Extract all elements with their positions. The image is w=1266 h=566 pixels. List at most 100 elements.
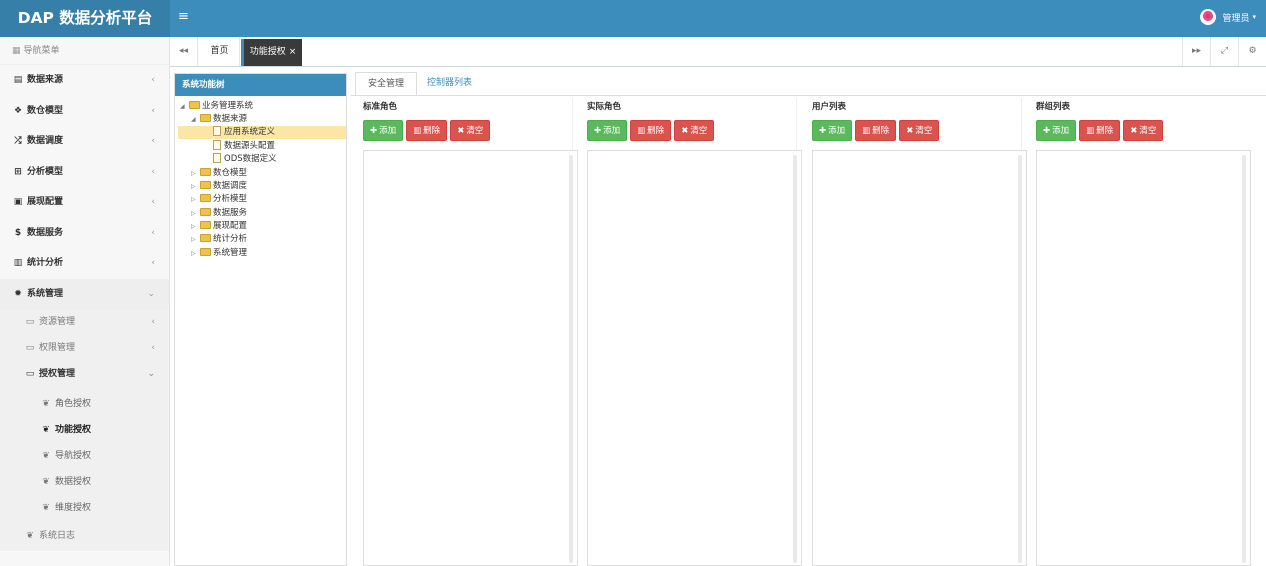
tree-node[interactable]: 数据源头配置 [213, 140, 275, 153]
tree-node[interactable]: ▷ 展现配置 [191, 220, 247, 233]
list-box[interactable] [1036, 150, 1251, 566]
chevron-down-icon: ⌄ [147, 369, 155, 379]
sidebar-item-dimension-auth[interactable]: ❦ 维度授权 [0, 495, 169, 521]
random-icon: ⤮ [14, 136, 22, 146]
sidebar-item-resource-mgmt[interactable]: ▭ 资源管理 ‹ [0, 309, 169, 335]
collapsed-arrow-icon[interactable]: ▷ [191, 180, 200, 193]
sidebar-item-role-auth[interactable]: ❦ 角色授权 [0, 391, 169, 417]
backward-icon: ◂◂ [178, 46, 189, 56]
panel-title: 用户列表 [812, 102, 847, 112]
sidebar-item-data-auth[interactable]: ❦ 数据授权 [0, 469, 169, 495]
tree-node[interactable]: ODS数据定义 [213, 153, 277, 166]
tree-node[interactable]: ▷ 系统管理 [191, 247, 247, 260]
delete-button[interactable]: ▥ 删除 [1079, 120, 1121, 141]
add-button[interactable]: ✚ 添加 [1036, 120, 1077, 141]
folder-icon [200, 221, 211, 229]
leaf-icon: ❦ [42, 399, 50, 409]
add-button[interactable]: ✚ 添加 [812, 120, 853, 141]
tree-node[interactable]: ▷ 统计分析 [191, 233, 247, 246]
collapsed-arrow-icon[interactable]: ▷ [191, 207, 200, 220]
expanded-arrow-icon[interactable]: ◢ [180, 100, 189, 113]
app-logo-title[interactable]: DAP 数据分析平台 [0, 0, 170, 37]
sidebar-item-label: 数据调度 [27, 136, 64, 146]
sidebar-item-function-auth[interactable]: ❦ 功能授权 [0, 417, 169, 443]
close-icon: ✖ [1130, 126, 1138, 136]
expanded-arrow-icon[interactable]: ◢ [191, 113, 200, 126]
folder-icon [200, 234, 211, 242]
tab-security-mgmt[interactable]: 安全管理 [355, 72, 418, 96]
tree-node[interactable]: ▷ 分析模型 [191, 193, 247, 206]
plus-icon: ✚ [1043, 126, 1051, 136]
settings-button[interactable]: ⚙ [1238, 37, 1266, 66]
list-box[interactable] [587, 150, 802, 566]
panel-toolbar: ✚ 添加 ▥ 删除 ✖ 清空 [587, 120, 715, 141]
content-area: 安全管理 控制器列表 标准角色 ✚ 添加 ▥ 删除 ✖ 清空 实际角色 ✚ 添加 ▥ 删除… [351, 67, 1266, 566]
scrollbar[interactable] [1018, 155, 1022, 563]
clear-button[interactable]: ✖ 清空 [450, 120, 491, 141]
leaf-icon: ❦ [42, 425, 50, 435]
user-menu[interactable]: 管理员 ▾ [1200, 9, 1256, 25]
sidebar-item-data-service[interactable]: $ 数据服务 ‹ [0, 218, 169, 249]
tree-node[interactable]: ▷ 数据服务 [191, 207, 247, 220]
system-admin-submenu: ▭ 资源管理 ‹ ▭ 权限管理 ‹ ▭ 授权管理 ⌄ ❦ 角色授权 ❦ 功能授权 ❦ 导航授权 ❦… [0, 309, 169, 551]
scroll-tabs-right-button[interactable]: ▸▸ [1182, 37, 1210, 66]
clear-button[interactable]: ✖ 清空 [674, 120, 715, 141]
delete-button[interactable]: ▥ 删除 [855, 120, 897, 141]
fullscreen-button[interactable]: ⤢ [1210, 37, 1238, 66]
sidebar-item-label: 功能授权 [55, 425, 92, 435]
sidebar-item-label: 资源管理 [39, 317, 76, 327]
delete-button[interactable]: ▥ 删除 [406, 120, 448, 141]
tree-node[interactable]: ◢ 业务管理系统 [180, 100, 253, 113]
sidebar-item-system-log[interactable]: ❦ 系统日志 [0, 521, 169, 551]
clear-button[interactable]: ✖ 清空 [1123, 120, 1164, 141]
scrollbar[interactable] [1242, 155, 1246, 563]
panel-toolbar: ✚ 添加 ▥ 删除 ✖ 清空 [1036, 120, 1164, 141]
tab-function-auth[interactable]: 功能授权 × [241, 39, 302, 66]
chevron-left-icon: ‹ [151, 75, 155, 85]
user-name: 管理员 [1222, 13, 1250, 24]
sidebar-item-display-config[interactable]: ▣ 展现配置 ‹ [0, 187, 169, 218]
sidebar-item-nav-auth[interactable]: ❦ 导航授权 [0, 443, 169, 469]
add-button[interactable]: ✚ 添加 [587, 120, 628, 141]
list-box[interactable] [363, 150, 578, 566]
tab-home[interactable]: 首页 [200, 37, 240, 66]
collapsed-arrow-icon[interactable]: ▷ [191, 167, 200, 180]
folder-open-icon [200, 114, 211, 122]
tree-node[interactable]: ▷ 数仓模型 [191, 167, 247, 180]
sidebar-item-system-admin[interactable]: ✹ 系统管理 ⌄ [0, 278, 169, 309]
chevron-left-icon: ‹ [151, 136, 155, 146]
tab-controller-list[interactable]: 控制器列表 [415, 72, 484, 96]
collapsed-arrow-icon[interactable]: ▷ [191, 247, 200, 260]
sidebar-item-data-source[interactable]: ▤ 数据来源 ‹ [0, 65, 169, 96]
folder-open-icon [189, 101, 200, 109]
sidebar-item-label: 授权管理 [39, 369, 76, 379]
delete-button[interactable]: ▥ 删除 [630, 120, 672, 141]
chevron-left-icon: ‹ [151, 166, 155, 177]
tab-label: 功能授权 [249, 47, 286, 57]
menu-toggle-icon[interactable]: ≡ [178, 9, 189, 24]
sidebar-item-analysis-model[interactable]: ⊞ 分析模型 ‹ [0, 157, 169, 188]
collapsed-arrow-icon[interactable]: ▷ [191, 233, 200, 246]
top-header: DAP 数据分析平台 ≡ 管理员 ▾ [0, 0, 1266, 37]
tree-node[interactable]: ◢ 数据来源 [191, 113, 247, 126]
sidebar-item-permission-mgmt[interactable]: ▭ 权限管理 ‹ [0, 335, 169, 361]
sidebar-item-label: 系统日志 [39, 531, 76, 541]
caret-down-icon: ▾ [1252, 13, 1256, 21]
sidebar-item-warehouse-model[interactable]: ❖ 数仓模型 ‹ [0, 96, 169, 127]
collapsed-arrow-icon[interactable]: ▷ [191, 193, 200, 206]
list-box[interactable] [812, 150, 1027, 566]
scrollbar[interactable] [793, 155, 797, 563]
clear-button[interactable]: ✖ 清空 [899, 120, 940, 141]
scroll-tabs-left-button[interactable]: ◂◂ [170, 37, 198, 66]
add-button[interactable]: ✚ 添加 [363, 120, 404, 141]
leaf-icon: ❦ [42, 451, 50, 461]
sidebar-item-label: 分析模型 [27, 166, 64, 177]
tree-node[interactable]: ▷ 数据调度 [191, 180, 247, 193]
sidebar-item-data-schedule[interactable]: ⤮ 数据调度 ‹ [0, 126, 169, 157]
scrollbar[interactable] [569, 155, 573, 563]
sidebar-item-statistics[interactable]: ▥ 统计分析 ‹ [0, 248, 169, 279]
tree-node-selected[interactable]: 应用系统定义 [178, 126, 346, 139]
sidebar-item-auth-mgmt[interactable]: ▭ 授权管理 ⌄ [0, 361, 169, 387]
close-icon[interactable]: × [289, 47, 297, 57]
collapsed-arrow-icon[interactable]: ▷ [191, 220, 200, 233]
